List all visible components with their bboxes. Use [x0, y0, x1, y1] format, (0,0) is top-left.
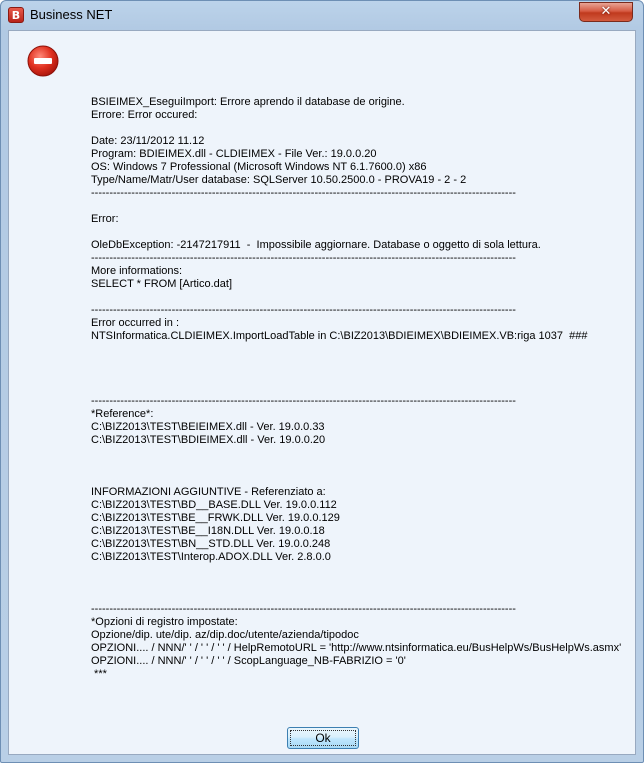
message-line: OPZIONI.... / NNN/' ' / ' ' / ' ' / Help…	[91, 642, 622, 654]
message-line	[91, 460, 631, 473]
message-line	[91, 577, 631, 590]
message-line: C:\BIZ2013\TEST\Interop.ADOX.DLL Ver. 2.…	[91, 551, 331, 563]
message-line: ----------------------------------------…	[91, 395, 516, 407]
message-line: Type/Name/Matr/User database: SQLServer …	[91, 174, 467, 186]
message-line	[91, 473, 631, 486]
message-line: *Opzioni di registro impostate:	[91, 616, 238, 628]
message-line: Error:	[91, 213, 119, 225]
message-line: Program: BDIEIMEX.dll - CLDIEIMEX - File…	[91, 148, 377, 160]
message-line: C:\BIZ2013\TEST\BD__BASE.DLL Ver. 19.0.0…	[91, 499, 337, 511]
message-line: C:\BIZ2013\TEST\BDIEIMEX.dll - Ver. 19.0…	[91, 434, 326, 446]
error-stop-icon	[27, 45, 59, 77]
app-logo-icon[interactable]: B	[8, 7, 24, 23]
message-line: ----------------------------------------…	[91, 603, 516, 615]
error-message-text: BSIEIMEX_EseguiImport: Errore aprendo il…	[91, 96, 631, 681]
message-line	[91, 564, 631, 577]
message-line: NTSInformatica.CLDIEIMEX.ImportLoadTable…	[91, 330, 588, 342]
message-line: More informations:	[91, 265, 183, 277]
message-line: C:\BIZ2013\TEST\BN__STD.DLL Ver. 19.0.0.…	[91, 538, 331, 550]
message-line	[91, 200, 631, 213]
message-line: INFORMAZIONI AGGIUNTIVE - Referenziato a…	[91, 486, 326, 498]
message-line: *Reference*:	[91, 408, 154, 420]
message-line: ----------------------------------------…	[91, 252, 516, 264]
message-line: C:\BIZ2013\TEST\BE__FRWK.DLL Ver. 19.0.0…	[91, 512, 340, 524]
dialog-content: BSIEIMEX_EseguiImport: Errore aprendo il…	[8, 30, 636, 755]
message-line: ----------------------------------------…	[91, 304, 516, 316]
message-line	[91, 291, 631, 304]
message-line: OPZIONI.... / NNN/' ' / ' ' / ' ' / Scop…	[91, 655, 406, 667]
message-line: Opzione/dip. ute/dip. az/dip.doc/utente/…	[91, 629, 359, 641]
message-line: ----------------------------------------…	[91, 187, 516, 199]
message-line: SELECT * FROM [Artico.dat]	[91, 278, 233, 290]
title-bar[interactable]: B Business NET ✕	[1, 1, 643, 29]
message-line	[91, 356, 631, 369]
window-title: Business NET	[30, 7, 113, 22]
dialog-window: B Business NET ✕ BSIEIMEX_EseguiImport: …	[0, 0, 644, 763]
message-line: Date: 23/11/2012 11.12	[91, 135, 205, 147]
message-line	[91, 343, 631, 356]
close-button[interactable]: ✕	[579, 2, 633, 22]
message-line: Errore: Error occured:	[91, 109, 198, 121]
message-line: ***	[91, 668, 107, 680]
message-line: C:\BIZ2013\TEST\BEIEIMEX.dll - Ver. 19.0…	[91, 421, 325, 433]
message-line	[91, 590, 631, 603]
message-line	[91, 122, 631, 135]
message-line	[91, 226, 631, 239]
message-line	[91, 382, 631, 395]
focus-rectangle	[290, 730, 356, 746]
message-line	[91, 369, 631, 382]
message-line: C:\BIZ2013\TEST\BE__I18N.DLL Ver. 19.0.0…	[91, 525, 325, 537]
message-line: Error occurred in :	[91, 317, 180, 329]
message-line: OS: Windows 7 Professional (Microsoft Wi…	[91, 161, 427, 173]
ok-button[interactable]: Ok	[287, 727, 359, 749]
message-line: BSIEIMEX_EseguiImport: Errore aprendo il…	[91, 96, 405, 108]
message-line: OleDbException: -2147217911 - Impossibil…	[91, 239, 541, 251]
message-line	[91, 447, 631, 460]
